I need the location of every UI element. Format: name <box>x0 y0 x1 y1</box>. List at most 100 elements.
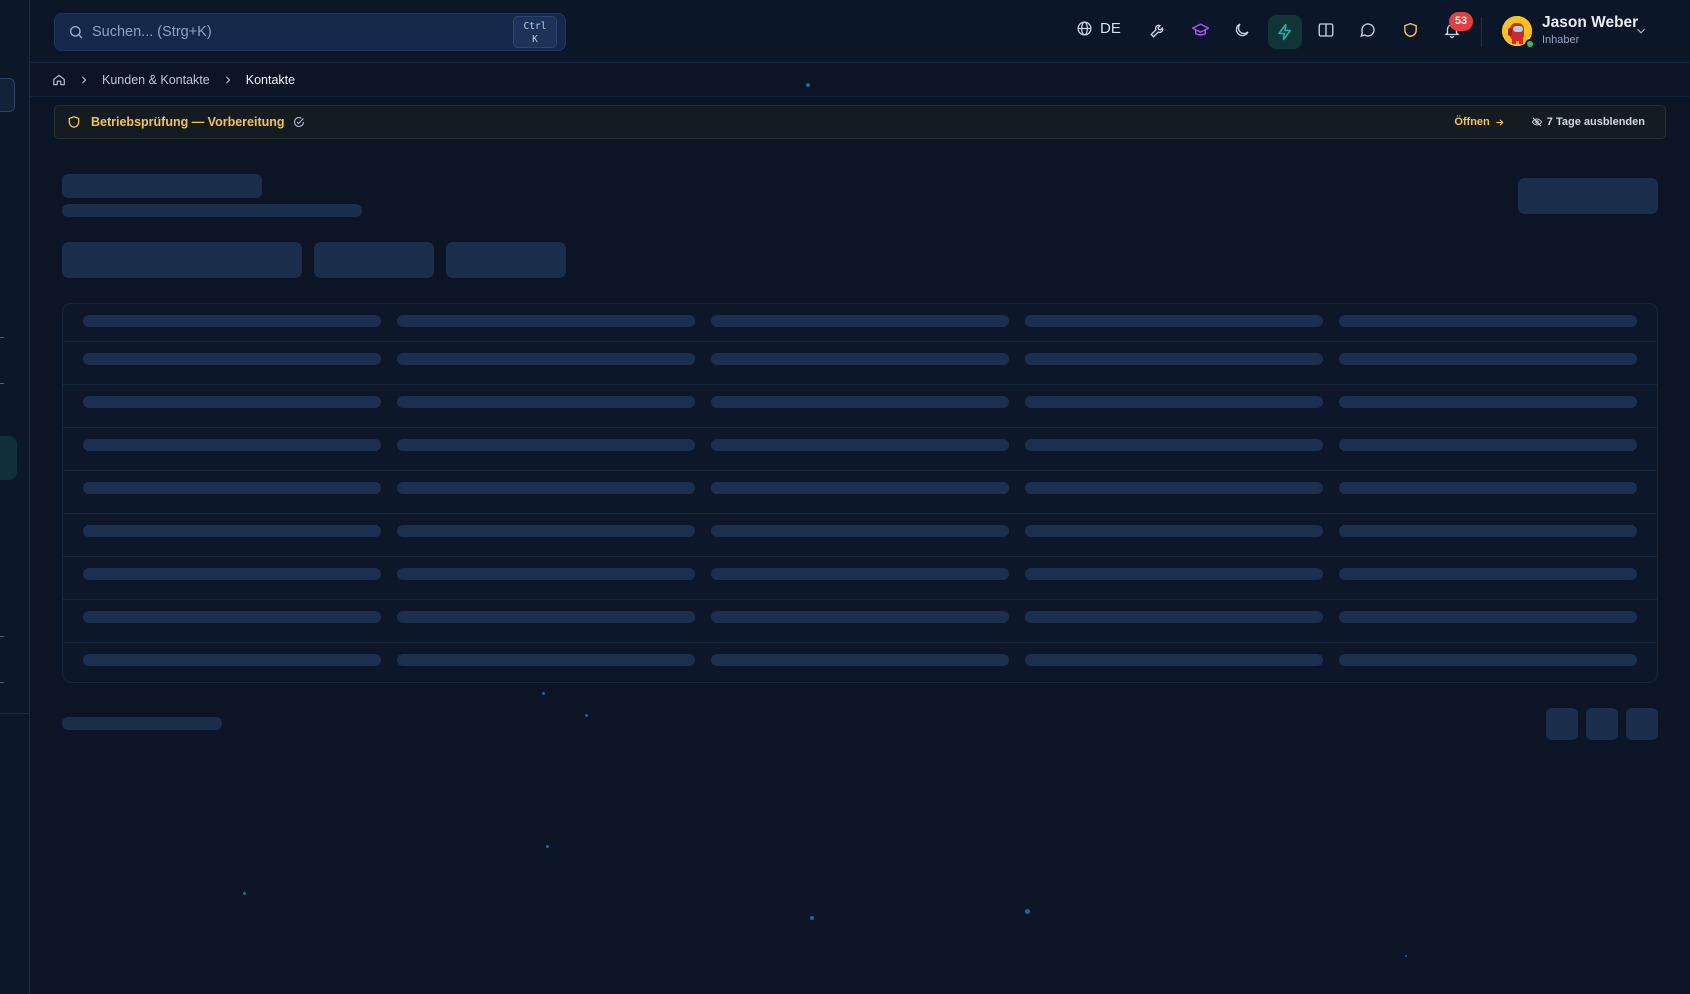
search-icon <box>70 26 83 39</box>
sidebar-item[interactable] <box>0 337 4 338</box>
primary-action-skeleton <box>1518 178 1658 214</box>
breadcrumb: Kunden & Kontakte Kontakte <box>52 70 295 90</box>
shortcut-hint: Ctrl K <box>513 16 557 48</box>
table-cell-skeleton <box>711 568 1009 580</box>
table-header-cell-skeleton <box>397 315 695 327</box>
table-cell-skeleton <box>711 611 1009 623</box>
table-cell-skeleton <box>1339 654 1637 666</box>
shield-icon <box>67 115 81 129</box>
check-circle-icon <box>293 116 305 128</box>
user-role: Inhaber <box>1542 34 1580 46</box>
breadcrumb-current: Kontakte <box>245 73 296 87</box>
background-particle <box>542 692 545 695</box>
sidebar-item-active[interactable] <box>0 436 17 480</box>
table-cell-skeleton <box>1339 525 1637 537</box>
table-cell-skeleton <box>83 439 381 451</box>
table-cell-skeleton <box>397 654 695 666</box>
banner-hide-button[interactable]: 7 Tage ausblenden <box>1531 116 1645 128</box>
table-row-divider <box>63 599 1657 600</box>
top-header: Suchen... (Strg+K) Ctrl K DE 53 Jason We… <box>30 0 1690 63</box>
audit-banner: Betriebsprüfung — Vorbereitung Öffnen 7 … <box>54 105 1666 139</box>
sidebar-divider <box>0 713 29 714</box>
table-cell-skeleton <box>1025 654 1323 666</box>
sidebar-item[interactable] <box>0 636 4 637</box>
table-cell-skeleton <box>1339 353 1637 365</box>
pagination-button-skeleton <box>1586 708 1618 740</box>
table-cell-skeleton <box>83 353 381 365</box>
chevron-right-icon <box>222 74 234 86</box>
sidebar-item[interactable] <box>0 383 4 384</box>
background-particle <box>810 916 814 920</box>
split-view-icon[interactable] <box>1314 18 1338 42</box>
search-placeholder: Suchen... (Strg+K) <box>92 24 212 40</box>
table-cell-skeleton <box>711 439 1009 451</box>
table-header-cell-skeleton <box>83 315 381 327</box>
table-cell-skeleton <box>1339 439 1637 451</box>
table-skeleton <box>62 303 1658 683</box>
table-cell-skeleton <box>711 396 1009 408</box>
table-cell-skeleton <box>711 654 1009 666</box>
chevron-right-icon <box>78 74 90 86</box>
language-switcher[interactable]: DE <box>1076 20 1121 37</box>
table-cell-skeleton <box>1339 396 1637 408</box>
shield-icon[interactable] <box>1398 18 1422 42</box>
table-cell-skeleton <box>711 525 1009 537</box>
page-subtitle-skeleton <box>62 204 362 217</box>
arrow-right-icon <box>1496 118 1504 126</box>
language-label: DE <box>1100 20 1121 37</box>
background-particle <box>1025 909 1030 914</box>
table-cell-skeleton <box>1339 568 1637 580</box>
table-cell-skeleton <box>397 396 695 408</box>
table-cell-skeleton <box>397 525 695 537</box>
user-name[interactable]: Jason Weber <box>1542 14 1638 32</box>
background-particle <box>1405 955 1407 957</box>
table-cell-skeleton <box>397 439 695 451</box>
header-divider <box>1481 17 1482 47</box>
table-header-cell-skeleton <box>1025 315 1323 327</box>
table-cell-skeleton <box>83 525 381 537</box>
pagination-button-skeleton <box>1626 708 1658 740</box>
table-cell-skeleton <box>83 568 381 580</box>
pagination-button-skeleton <box>1546 708 1578 740</box>
table-row-divider <box>63 384 1657 385</box>
table-row-divider <box>63 556 1657 557</box>
filter-skeleton <box>314 242 434 278</box>
pagination-info-skeleton <box>62 717 222 730</box>
table-row-divider <box>63 642 1657 643</box>
breadcrumb-item[interactable]: Kunden & Kontakte <box>102 73 210 87</box>
eye-off-icon <box>1531 117 1542 127</box>
sidebar <box>0 0 30 994</box>
table-cell-skeleton <box>397 482 695 494</box>
table-cell-skeleton <box>1025 482 1323 494</box>
moon-icon[interactable] <box>1230 18 1254 42</box>
table-header-cell-skeleton <box>711 315 1009 327</box>
sidebar-toggle[interactable] <box>0 78 15 112</box>
table-row-divider <box>63 427 1657 428</box>
table-cell-skeleton <box>1339 611 1637 623</box>
background-particle <box>806 83 810 87</box>
table-cell-skeleton <box>1025 611 1323 623</box>
table-cell-skeleton <box>83 482 381 494</box>
table-cell-skeleton <box>83 654 381 666</box>
table-cell-skeleton <box>1025 568 1323 580</box>
banner-open-button[interactable]: Öffnen <box>1454 116 1504 128</box>
table-cell-skeleton <box>83 611 381 623</box>
table-cell-skeleton <box>711 482 1009 494</box>
breadcrumb-divider <box>30 96 1690 97</box>
quick-actions-button[interactable] <box>1268 15 1302 49</box>
chat-icon[interactable] <box>1356 18 1380 42</box>
graduation-cap-icon[interactable] <box>1188 18 1212 42</box>
table-cell-skeleton <box>711 353 1009 365</box>
background-particle <box>243 892 246 895</box>
table-row-divider <box>63 513 1657 514</box>
chevron-down-icon[interactable] <box>1634 24 1648 43</box>
filter-search-skeleton <box>62 242 302 278</box>
sidebar-item[interactable] <box>0 682 4 683</box>
globe-icon <box>1077 21 1092 36</box>
wrench-icon[interactable] <box>1146 18 1170 42</box>
page-title-skeleton <box>62 174 262 198</box>
search-input[interactable]: Suchen... (Strg+K) Ctrl K <box>54 13 566 51</box>
home-icon[interactable] <box>52 73 66 87</box>
table-cell-skeleton <box>1025 439 1323 451</box>
background-particle <box>585 714 588 717</box>
